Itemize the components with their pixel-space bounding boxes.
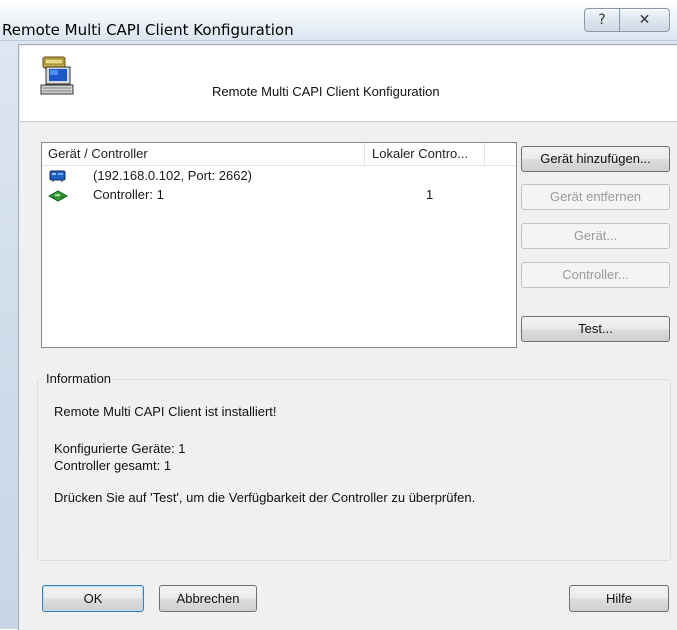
- dialog-window: Remote Multi CAPI Client Konfiguration ?…: [0, 0, 677, 630]
- telephone-computer-icon: [40, 56, 74, 95]
- device-controller-list[interactable]: Gerät / Controller Lokaler Contro... (19…: [41, 142, 517, 348]
- list-header: Gerät / Controller Lokaler Contro...: [42, 143, 516, 166]
- title-bar[interactable]: Remote Multi CAPI Client Konfiguration ?…: [0, 0, 677, 41]
- configured-devices-text: Konfigurierte Geräte: 1: [54, 441, 186, 456]
- list-item-controller[interactable]: Controller: 1 1: [42, 185, 516, 205]
- help-question-button[interactable]: ?: [584, 8, 620, 32]
- dialog-client-area: Remote Multi CAPI Client Konfiguration G…: [18, 44, 677, 630]
- close-icon: ✕: [638, 12, 651, 28]
- test-hint-text: Drücken Sie auf 'Test', um die Verfügbar…: [54, 490, 476, 505]
- add-device-button[interactable]: Gerät hinzufügen...: [521, 146, 670, 172]
- header-panel: Remote Multi CAPI Client Konfiguration: [20, 46, 677, 122]
- ok-button[interactable]: OK: [42, 585, 144, 612]
- controllers-total-text: Controller gesamt: 1: [54, 458, 172, 473]
- cancel-button[interactable]: Abbrechen: [159, 585, 257, 612]
- remove-device-button[interactable]: Gerät entfernen: [521, 184, 670, 210]
- window-title: Remote Multi CAPI Client Konfiguration: [2, 21, 294, 39]
- column-header-local-controller[interactable]: Lokaler Contro...: [365, 143, 485, 165]
- device-label: (192.168.0.102, Port: 2662): [93, 168, 253, 183]
- controller-button[interactable]: Controller...: [521, 262, 670, 288]
- controller-local-controller: 1: [426, 187, 434, 202]
- list-item-device[interactable]: (192.168.0.102, Port: 2662): [42, 166, 516, 186]
- column-header-device-controller[interactable]: Gerät / Controller: [42, 143, 365, 165]
- controller-label: Controller: 1: [93, 187, 164, 202]
- question-mark-icon: ?: [598, 12, 606, 28]
- test-button[interactable]: Test...: [521, 316, 670, 342]
- close-button[interactable]: ✕: [620, 8, 670, 32]
- information-legend: Information: [44, 371, 114, 386]
- installed-status-text: Remote Multi CAPI Client ist installiert…: [54, 404, 277, 419]
- controller-card-icon: [48, 190, 68, 202]
- header-title: Remote Multi CAPI Client Konfiguration: [212, 84, 440, 99]
- device-button[interactable]: Gerät...: [521, 223, 670, 249]
- network-device-icon: [49, 170, 66, 182]
- help-button[interactable]: Hilfe: [569, 585, 669, 612]
